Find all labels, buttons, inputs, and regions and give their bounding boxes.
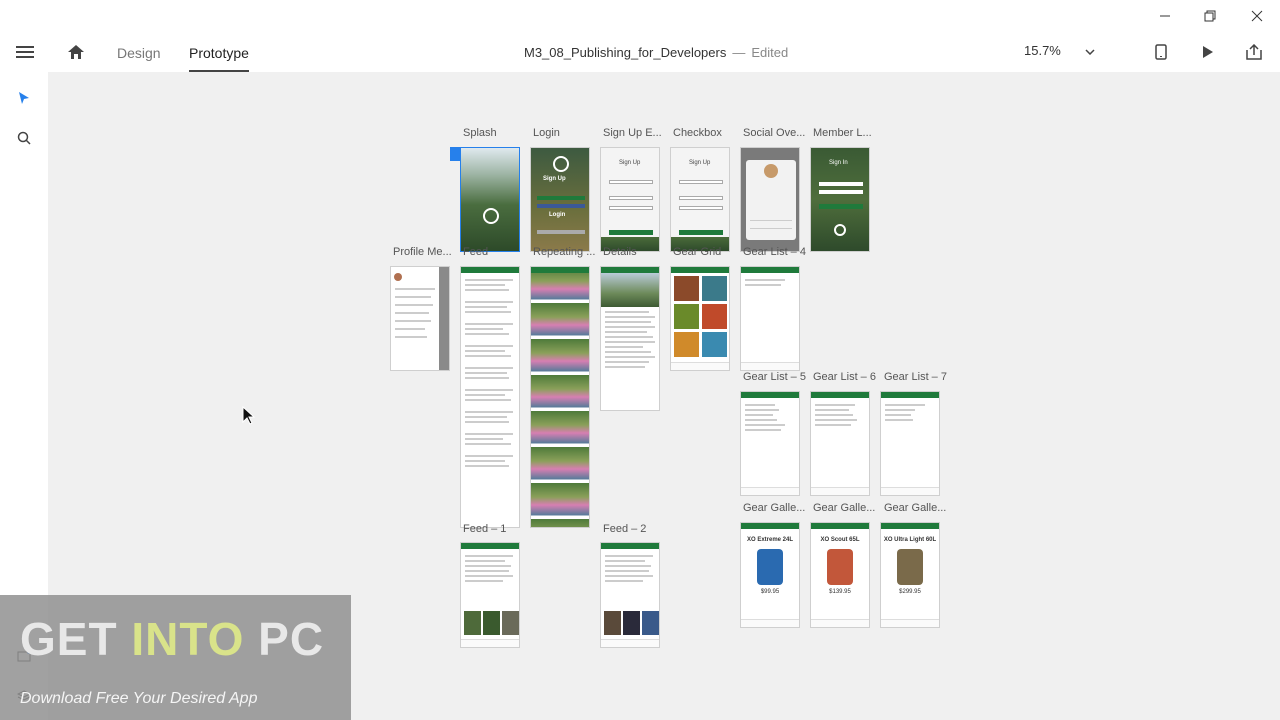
watermark-subtitle: Download Free Your Desired App (20, 690, 258, 707)
artboard-label[interactable]: Feed – 1 (463, 523, 506, 535)
artboard-social[interactable] (740, 147, 800, 252)
artboard-repeating[interactable] (530, 266, 590, 528)
document-name: M3_08_Publishing_for_Developers (524, 45, 727, 60)
share-icon[interactable] (1243, 42, 1265, 62)
artboard-gear-gallery-1[interactable]: XO Extreme 24L $99.95 (740, 522, 800, 628)
artboard-label[interactable]: Gear Galle... (813, 502, 875, 514)
artboard-profile[interactable] (390, 266, 450, 371)
artboard-gear-gallery-3[interactable]: XO Ultra Light 60L $299.95 (880, 522, 940, 628)
select-tool-icon[interactable] (14, 88, 34, 108)
artboard-splash[interactable] (460, 147, 520, 252)
signup-heading: Sign Up (689, 160, 711, 166)
artboard-label[interactable]: Sign Up E... (603, 127, 662, 139)
selection-handle (450, 147, 460, 161)
play-icon[interactable] (1198, 42, 1218, 62)
cursor-icon (242, 406, 256, 426)
artboard-label[interactable]: Social Ove... (743, 127, 805, 139)
artboard-label[interactable]: Feed – 2 (603, 523, 646, 535)
title-separator: — (732, 45, 746, 60)
product-title: XO Ultra Light 60L (883, 537, 937, 543)
artboard-member[interactable]: Sign In (810, 147, 870, 252)
facebook-button (537, 204, 585, 208)
artboard-details[interactable] (600, 266, 660, 411)
artboard-label[interactable]: Gear Galle... (743, 502, 805, 514)
artboard-label[interactable]: Feed (463, 246, 488, 258)
signup-heading: Sign Up (619, 160, 641, 166)
signin-heading: Sign In (829, 160, 848, 166)
tab-prototype[interactable]: Prototype (189, 45, 249, 72)
chevron-down-icon[interactable] (1082, 44, 1098, 60)
product-price: $99.95 (760, 589, 780, 595)
artboard-gear-list-7[interactable] (880, 391, 940, 496)
artboard-feed-2[interactable] (600, 542, 660, 648)
login-heading: Login (549, 212, 566, 218)
signup-heading: Sign Up (543, 176, 566, 182)
artboard-label[interactable]: Gear List – 6 (813, 371, 876, 383)
artboard-label[interactable]: Checkbox (673, 127, 722, 139)
minimize-icon[interactable] (1155, 6, 1175, 26)
artboard-gear-list-4[interactable] (740, 266, 800, 371)
artboard-label[interactable]: Details (603, 246, 637, 258)
artboard-label[interactable]: Gear List – 5 (743, 371, 806, 383)
device-preview-icon[interactable] (1151, 42, 1171, 62)
document-title: M3_08_Publishing_for_Developers — Edited (524, 45, 788, 60)
logo-icon (483, 208, 499, 224)
artboard-gear-gallery-2[interactable]: XO Scout 65L $139.95 (810, 522, 870, 628)
artboard-signup[interactable]: Sign Up (600, 147, 660, 252)
artboard-gear-list-6[interactable] (810, 391, 870, 496)
artboard-gear-grid[interactable] (670, 266, 730, 371)
artboard-label[interactable]: Gear List – 7 (884, 371, 947, 383)
artboard-login[interactable]: Sign Up Login (530, 147, 590, 252)
artboard-label[interactable]: Profile Me... (393, 246, 452, 258)
artboard-label[interactable]: Gear Galle... (884, 502, 946, 514)
tab-design[interactable]: Design (117, 45, 161, 61)
home-icon[interactable] (65, 42, 87, 62)
product-title: XO Scout 65L (820, 537, 860, 543)
logo-icon (834, 224, 846, 236)
logo-icon (553, 156, 569, 172)
menu-icon[interactable] (14, 42, 36, 62)
artboard-gear-list-5[interactable] (740, 391, 800, 496)
product-price: $139.95 (829, 589, 851, 595)
product-price: $299.95 (899, 589, 921, 595)
artboard-feed-1[interactable] (460, 542, 520, 648)
artboard-feed[interactable] (460, 266, 520, 528)
artboard-label[interactable]: Repeating ... (533, 246, 595, 258)
edited-status: Edited (751, 45, 789, 60)
artboard-label[interactable]: Splash (463, 127, 497, 139)
artboard-label[interactable]: Member L... (813, 127, 872, 139)
login-field (537, 230, 585, 234)
artboard-label[interactable]: Gear Grid (673, 246, 721, 258)
artboard-checkbox[interactable]: Sign Up (670, 147, 730, 252)
signup-button (537, 196, 585, 200)
artboard-label[interactable]: Gear List – 4 (743, 246, 806, 258)
restore-icon[interactable] (1200, 6, 1220, 26)
zoom-tool-icon[interactable] (14, 128, 34, 148)
close-icon[interactable] (1247, 6, 1267, 26)
product-title: XO Extreme 24L (746, 537, 794, 543)
zoom-level[interactable]: 15.7% (1024, 43, 1061, 58)
title-bar: Design Prototype M3_08_Publishing_for_De… (0, 0, 1280, 72)
watermark-title: GET INTO PC (20, 613, 325, 665)
artboard-label[interactable]: Login (533, 127, 560, 139)
